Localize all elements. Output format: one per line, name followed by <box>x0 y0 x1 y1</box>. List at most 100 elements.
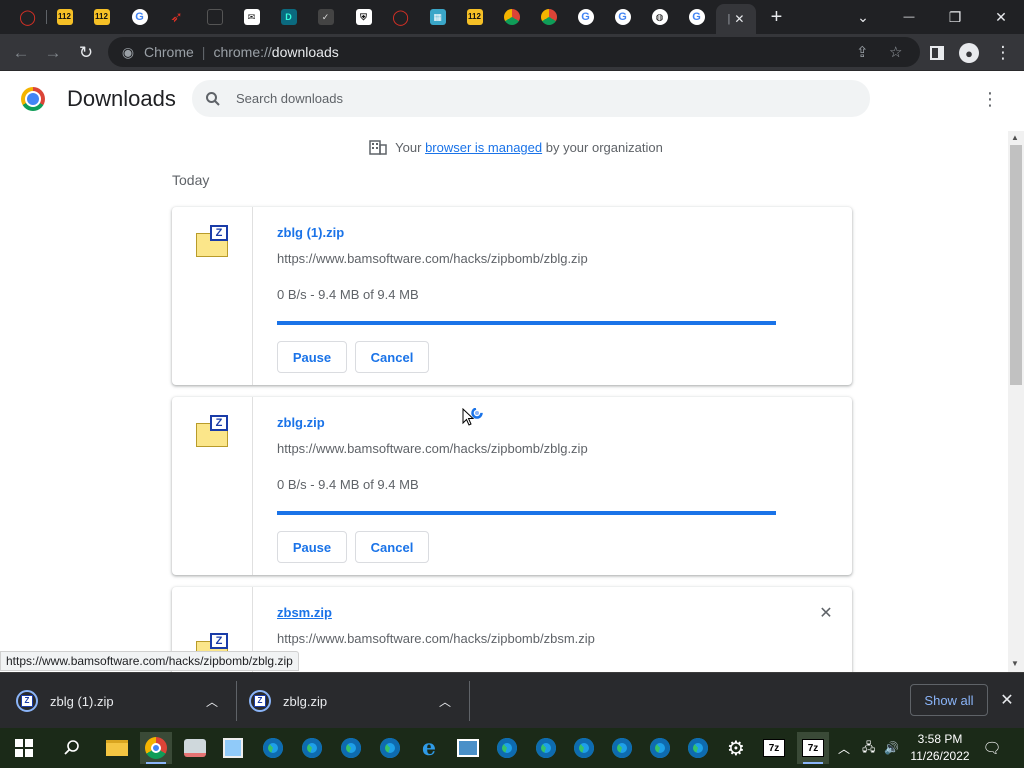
taskbar-edge-2[interactable] <box>296 732 328 764</box>
taskbar-file-explorer[interactable] <box>101 732 133 764</box>
search-box[interactable] <box>192 80 870 117</box>
taskbar-edge-4[interactable] <box>374 732 406 764</box>
checkmark-icon: ✓ <box>317 9 334 25</box>
taskbar-edge-6[interactable] <box>530 732 562 764</box>
start-button[interactable] <box>8 732 40 764</box>
taskbar-clock[interactable]: 3:58 PM 11/26/2022 <box>906 731 974 765</box>
page-scrollbar[interactable]: ▲ ▼ <box>1008 131 1024 672</box>
taskbar-settings[interactable]: ⚙ <box>720 732 752 764</box>
minimize-button[interactable]: — <box>886 0 932 34</box>
volume-tray-icon[interactable]: 🔊 <box>884 728 899 768</box>
tab-d-app[interactable]: D <box>270 4 307 30</box>
back-button[interactable]: ← <box>6 38 36 68</box>
tab-red-app[interactable]: ➶ <box>158 4 195 30</box>
chevron-up-icon[interactable]: ︿ <box>439 693 451 710</box>
taskbar-7zip-1[interactable]: 7z <box>758 732 790 764</box>
tab-112-2[interactable]: 112 <box>83 4 120 30</box>
taskbar-7zip-2[interactable]: 7z <box>797 732 829 764</box>
taskbar-search-button[interactable] <box>56 732 88 764</box>
scroll-up-icon[interactable]: ▲ <box>1011 133 1019 142</box>
share-icon[interactable]: ⇪ <box>856 43 869 61</box>
browser-managed-link[interactable]: browser is managed <box>425 140 542 155</box>
tab-opera[interactable]: ◯ <box>9 4 46 30</box>
download-source-url[interactable]: https://www.bamsoftware.com/hacks/zipbom… <box>277 441 588 456</box>
taskbar-edge-9[interactable] <box>644 732 676 764</box>
network-tray-icon[interactable]: 🖧 <box>862 728 875 768</box>
tab-chrome-1[interactable] <box>493 4 530 30</box>
restore-button[interactable]: ❐ <box>932 0 978 34</box>
profile-button[interactable]: ● <box>954 38 984 68</box>
remove-from-list-button[interactable]: ✕ <box>816 603 836 623</box>
tab-close-icon[interactable]: ✕ <box>734 12 744 26</box>
taskbar-internet-explorer[interactable]: e <box>413 732 445 764</box>
shelf-item[interactable]: Z zblg.zip ︿ <box>249 673 467 729</box>
scrollbar-thumb[interactable] <box>1010 145 1022 385</box>
tab-downloads-active[interactable]: | ✕ <box>716 4 756 34</box>
forward-button[interactable]: → <box>38 38 68 68</box>
pause-button[interactable]: Pause <box>277 531 347 563</box>
cancel-button[interactable]: Cancel <box>355 531 429 563</box>
taskbar-edge-7[interactable] <box>568 732 600 764</box>
bookmark-star-icon[interactable]: ☆ <box>889 43 902 61</box>
download-file-name[interactable]: zbsm.zip <box>277 605 332 620</box>
show-hidden-icons-button[interactable]: ︿ <box>838 728 850 768</box>
pause-button[interactable]: Pause <box>277 341 347 373</box>
taskbar-control-panel[interactable] <box>217 732 249 764</box>
taskbar-edge-5[interactable] <box>491 732 523 764</box>
download-file-name[interactable]: zblg.zip <box>277 415 325 430</box>
download-item: Z zblg (1).zip https://www.bamsoftware.c… <box>172 207 852 385</box>
shield-icon: ⛨ <box>355 9 372 25</box>
tab-globe[interactable]: ◍ <box>641 4 678 30</box>
download-file-name[interactable]: zblg (1).zip <box>277 225 344 240</box>
taskbar-edge-10[interactable] <box>682 732 714 764</box>
close-shelf-button[interactable]: ✕ <box>996 689 1018 711</box>
scroll-down-icon[interactable]: ▼ <box>1011 659 1019 668</box>
taskbar-edge-1[interactable] <box>257 732 289 764</box>
date-section-header: Today <box>172 172 210 188</box>
cancel-button[interactable]: Cancel <box>355 341 429 373</box>
shelf-item[interactable]: Z zblg (1).zip ︿ <box>16 673 234 729</box>
side-panel-button[interactable] <box>922 38 952 68</box>
tab-dark-app[interactable] <box>196 4 233 30</box>
taskbar-edge-3[interactable] <box>335 732 367 764</box>
tab-search-button[interactable]: ⌄ <box>840 0 886 34</box>
mail-icon: ✉ <box>243 9 260 25</box>
chrome-page-icon: ◉ <box>121 43 135 60</box>
tab-opera-2[interactable]: ◯ <box>382 4 419 30</box>
show-all-button[interactable]: Show all <box>910 684 988 716</box>
tab-google-2[interactable]: G <box>567 4 604 30</box>
search-input[interactable] <box>236 91 836 106</box>
taskbar-image-viewer[interactable] <box>452 732 484 764</box>
tab-check-app[interactable]: ✓ <box>307 4 344 30</box>
tab-112-3[interactable]: 112 <box>456 4 493 30</box>
tab-sb-app[interactable]: ▦ <box>419 4 456 30</box>
clock-time: 3:58 PM <box>917 732 963 746</box>
managed-notice: Your browser is managed by your organiza… <box>0 139 1024 155</box>
tab-google-1[interactable]: G <box>121 4 158 30</box>
download-source-url[interactable]: https://www.bamsoftware.com/hacks/zipbom… <box>277 631 595 646</box>
tab-shield-app[interactable]: ⛨ <box>345 4 382 30</box>
7zip-icon: 7z <box>763 739 785 757</box>
tab-google-4[interactable]: G <box>678 4 715 30</box>
address-bar[interactable]: ◉ Chrome | chrome://downloads ⇪ ☆ <box>108 37 920 67</box>
page-title: Downloads <box>67 86 176 111</box>
tab-mail-app[interactable]: ✉ <box>233 4 270 30</box>
tab-112-1[interactable]: 112 <box>46 4 83 30</box>
taskbar-paint-app[interactable] <box>179 732 211 764</box>
tab-google-3[interactable]: G <box>604 4 641 30</box>
close-window-button[interactable]: ✕ <box>978 0 1024 34</box>
chevron-down-icon: ⌄ <box>857 8 869 25</box>
new-tab-button[interactable]: + <box>758 4 795 30</box>
link-status-bubble: https://www.bamsoftware.com/hacks/zipbom… <box>0 651 299 671</box>
tab-chrome-2[interactable] <box>530 4 567 30</box>
browser-toolbar: ← → ↻ ◉ Chrome | chrome://downloads ⇪ ☆ … <box>0 34 1024 71</box>
chevron-up-icon[interactable]: ︿ <box>206 693 218 710</box>
taskbar-edge-8[interactable] <box>606 732 638 764</box>
browser-menu-button[interactable]: ⋮ <box>988 38 1018 68</box>
control-panel-icon <box>223 738 243 758</box>
more-actions-button[interactable]: ⋮ <box>978 87 1002 111</box>
reload-button[interactable]: ↻ <box>71 38 101 68</box>
taskbar-chrome[interactable] <box>140 732 172 764</box>
notifications-button[interactable]: 🗨 <box>980 736 1004 760</box>
download-source-url[interactable]: https://www.bamsoftware.com/hacks/zipbom… <box>277 251 588 266</box>
